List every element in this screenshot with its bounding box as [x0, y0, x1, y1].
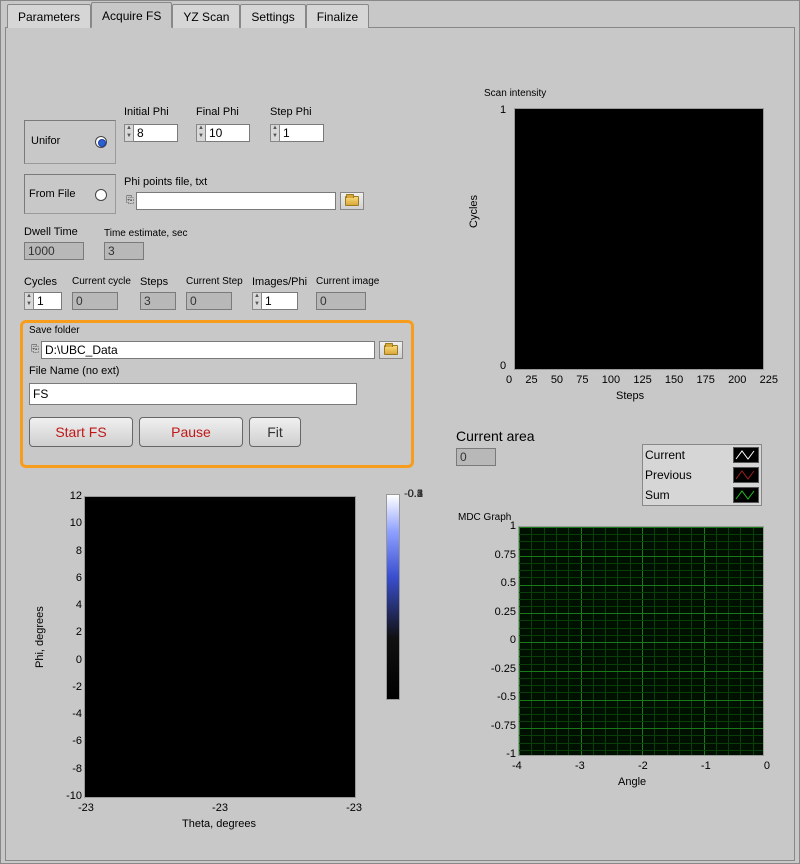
cycles-input[interactable] [34, 292, 62, 310]
phi-theta-xlabel: Theta, degrees [182, 818, 256, 830]
from-file-radio-label: From File [29, 188, 75, 200]
mdc-yticks: 1 0.75 0.5 0.25 0 -0.25 -0.5 -0.75 -1 [482, 520, 516, 760]
tab-body: Unifor Initial Phi ▲▼ Final Phi ▲▼ Step … [5, 27, 795, 861]
final-phi-label: Final Phi [196, 106, 239, 118]
scan-intensity-title: Scan intensity [484, 88, 546, 99]
phi-file-browse-button[interactable] [340, 192, 364, 210]
images-phi-label: Images/Phi [252, 276, 307, 288]
from-file-radio[interactable] [95, 189, 107, 201]
current-cycle-label: Current cycle [72, 276, 131, 287]
mdc-legend: Current Previous Sum [642, 444, 762, 506]
initial-phi-spin[interactable]: ▲▼ [124, 124, 134, 142]
initial-phi-input[interactable] [134, 124, 178, 142]
legend-current-swatch [733, 447, 759, 463]
final-phi-input[interactable] [206, 124, 250, 142]
folder-icon [384, 345, 398, 355]
save-section: Save folder ⎘ File Name (no ext) Start F… [20, 320, 414, 468]
scan-intensity-ylabel: Cycles [468, 195, 480, 228]
path-icon: ⎘ [29, 345, 41, 355]
time-estimate-value: 3 [104, 242, 144, 260]
current-step-label: Current Step [186, 276, 243, 287]
scan-intensity-ytick-0: 0 [500, 360, 506, 372]
cycles-label: Cycles [24, 276, 57, 288]
scan-intensity-ytick-1: 1 [500, 104, 506, 116]
current-area-label: Current area [456, 428, 535, 444]
scan-intensity-plot[interactable] [514, 108, 764, 370]
phi-theta-plot[interactable] [84, 496, 356, 798]
file-name-input[interactable] [29, 383, 357, 405]
legend-previous-label: Previous [645, 468, 692, 482]
mdc-plot[interactable] [518, 526, 764, 756]
tab-yz-scan[interactable]: YZ Scan [172, 4, 240, 28]
step-phi-spin[interactable]: ▲▼ [270, 124, 280, 142]
colormap-bar[interactable] [386, 494, 400, 700]
folder-icon [345, 196, 359, 206]
mdc-xlabel: Angle [618, 776, 646, 788]
legend-previous-swatch [733, 467, 759, 483]
current-image-value: 0 [316, 292, 366, 310]
images-phi-input[interactable] [262, 292, 298, 310]
mdc-xticks: -4 -3 -2 -1 0 [512, 760, 770, 772]
scan-intensity-xlabel: Steps [616, 390, 644, 402]
cycles-spin[interactable]: ▲▼ [24, 292, 34, 310]
current-image-label: Current image [316, 276, 379, 287]
uniform-radio[interactable] [95, 136, 107, 148]
step-phi-input[interactable] [280, 124, 324, 142]
save-folder-label: Save folder [29, 325, 80, 336]
phi-theta-xticks: -23 -23 -23 [78, 802, 362, 814]
tab-strip: Parameters Acquire FS YZ Scan Settings F… [1, 1, 799, 27]
initial-phi-label: Initial Phi [124, 106, 169, 118]
uniform-radio-label: Unifor [31, 135, 60, 147]
steps-value: 3 [140, 292, 176, 310]
phi-file-input[interactable] [136, 192, 336, 210]
tab-finalize[interactable]: Finalize [306, 4, 369, 28]
step-phi-label: Step Phi [270, 106, 312, 118]
tab-settings[interactable]: Settings [240, 4, 305, 28]
time-estimate-label: Time estimate, sec [104, 228, 188, 239]
tab-parameters[interactable]: Parameters [7, 4, 91, 28]
steps-label: Steps [140, 276, 168, 288]
pause-button[interactable]: Pause [139, 417, 243, 447]
final-phi-spin[interactable]: ▲▼ [196, 124, 206, 142]
legend-sum-swatch [733, 487, 759, 503]
save-folder-browse-button[interactable] [379, 341, 403, 359]
legend-sum-label: Sum [645, 488, 670, 502]
current-cycle-value: 0 [72, 292, 118, 310]
dwell-time-label: Dwell Time [24, 226, 78, 238]
file-name-label: File Name (no ext) [29, 365, 119, 377]
phi-file-label: Phi points file, txt [124, 176, 207, 188]
images-phi-spin[interactable]: ▲▼ [252, 292, 262, 310]
dwell-time-value: 1000 [24, 242, 84, 260]
save-folder-input[interactable] [41, 341, 375, 359]
fit-button[interactable]: Fit [249, 417, 301, 447]
phi-theta-ylabel: Phi, degrees [34, 606, 46, 668]
path-icon: ⎘ [124, 196, 136, 206]
current-step-value: 0 [186, 292, 232, 310]
legend-current-label: Current [645, 448, 685, 462]
start-fs-button[interactable]: Start FS [29, 417, 133, 447]
tab-acquire-fs[interactable]: Acquire FS [91, 2, 172, 28]
scan-intensity-xticks: 0 25 50 75 100 125 150 175 200 225 [506, 374, 778, 386]
current-area-value: 0 [456, 448, 496, 466]
phi-theta-yticks: 12 10 8 6 4 2 0 -2 -4 -6 -8 -10 [56, 490, 82, 802]
